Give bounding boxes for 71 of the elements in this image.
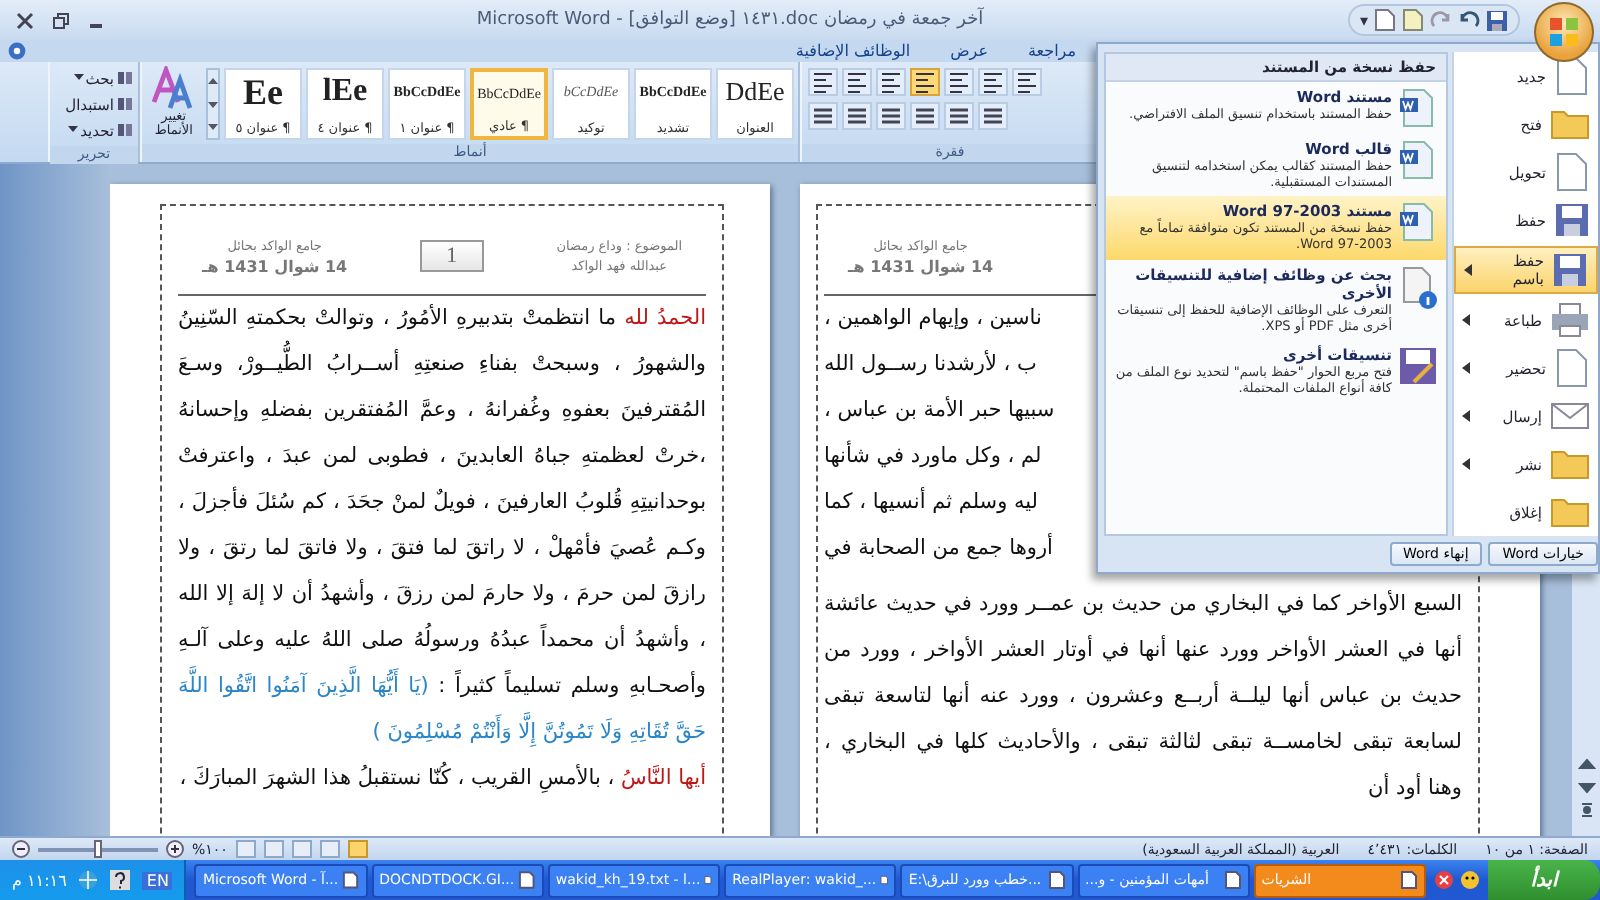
zoom-out-icon[interactable]	[12, 840, 30, 858]
undo-icon[interactable]	[1458, 9, 1480, 31]
body-text-line: لم ، وكل ماورد في شأنها	[824, 438, 1042, 472]
alignment-icon[interactable]	[910, 68, 940, 96]
body-paragraph: الحمدُ لله ما انتظمتْ بتدبيرهِ الأمُورُ ، وتوالتْ بحكمتهِ السّنِينُ والشهورُ ، وسبحتْ بفناءِ صنعتِهِ أســرابُ الطُّيــورْ، وسـعَ المُقترفينَ بعفوهِ وغُفرانهُ ، وعمَّ المُفتقرين بفضلهِ وإحسانهُ ،خرتْ لعظمتهِ جباهُ العابدينَ ، فطوبى لمن عبدَ ، واعترفتْ بوحدانيتِهِ قُلوبُ العارفينَ ، فويلٌ لمنْ جحَدَ ، كم سُئلَ فأجزلَ ، وكـم عُصيَ فأمْهلْ ، لا راتقَ لما فتقَ ، ولا فاتقَ لما رتقَ ، ولا رازقَ لمن حرمَ ، ولا حارمَ لمن رزقَ ، وأشهدُ أن لا إلهَ إلا الله ، وأشهدُ أن محمداً عبدُهُ ورسولُهُ صلى اللهُ عليه وعلى آلـهِ وأصحـابهِ وسلم تسليماً كثيراً : (يَا أَيُّهَا الَّذِينَ آمَنُوا اتَّقُوا اللَّهَ حَقَّ تُقَاتِهِ وَلَا تَمُوتُنَّ إِلَّا وَأَنْتُمْ مُسْلِمُونَ )	[178, 302, 706, 751]
zoom-in-icon[interactable]	[166, 840, 184, 858]
four-squares-logo-icon	[1546, 14, 1582, 50]
body-text-line: سبيها حبر الأمة بن عباس ،	[824, 394, 1055, 426]
format-icon[interactable]	[842, 102, 872, 130]
envelope-icon	[1550, 400, 1590, 432]
page-number-banner: 1	[420, 240, 484, 272]
body-text-line: أروها جمع من الصحابة في	[824, 531, 1053, 564]
globe-icon[interactable]	[78, 870, 99, 890]
question-mark-icon[interactable]	[110, 870, 131, 890]
body-paragraph: السبع الأواخر كما في البخاري من حديث بن عمــر وورد في حديث عائشة أنها في العشر الأواخر وورد عنها أنها في أوتار العشر الأواخر ، وورد من حديث بن عباس أنها ليلــة أربــع وعشرون ، وورد عنه أنها لتاسعة تبقى لسابعة تبقى لخامســة تبقى لثالثة تبقى ، والأحاديث كلها في البخاري ، وهنا أود أن	[824, 588, 1462, 804]
input-language[interactable]: EN	[142, 871, 173, 889]
word-document-icon	[1398, 140, 1438, 180]
alignment-icon[interactable]	[1012, 68, 1042, 96]
word-document-icon	[1398, 88, 1438, 128]
close-icon	[15, 11, 33, 29]
page-icon	[1554, 152, 1590, 192]
document-icon	[1047, 870, 1066, 890]
folder-icon	[1550, 496, 1590, 528]
bars-icon	[116, 69, 134, 87]
format-icon[interactable]	[944, 102, 974, 130]
customize-toolbar-caret[interactable]: ▾	[1359, 11, 1368, 29]
ribbon-tab[interactable]: الوظائف الإضافية	[791, 42, 915, 60]
document-icon	[1399, 870, 1418, 890]
format-icon[interactable]	[978, 102, 1008, 130]
alignment-icon[interactable]	[808, 68, 838, 96]
folder-icon	[1550, 108, 1590, 140]
ribbon-tab[interactable]: مراجعة	[1023, 42, 1080, 60]
printer-icon	[1550, 302, 1590, 338]
document-icon	[1223, 870, 1242, 890]
clock: ١١:١٦ م	[12, 871, 67, 889]
body-text-line: ناسين ، وإيهام الواهمين ،	[824, 304, 1042, 334]
alignment-icon[interactable]	[876, 68, 906, 96]
document-icon	[704, 870, 713, 890]
alignment-icon[interactable]	[944, 68, 974, 96]
bars-icon	[116, 121, 134, 139]
document-icon[interactable]	[1402, 8, 1424, 32]
body-text-line: ب ، لأرشدنا رســول الله	[824, 348, 1037, 380]
document-icon	[518, 870, 536, 890]
document-info-icon	[1398, 265, 1438, 309]
bars-icon	[116, 95, 134, 113]
body-paragraph: أيها النَّاسُ ، بالأمسِ القريب ، كُنّا نستقبلُ هذا الشهرَ المبارَكَ ،	[178, 756, 706, 802]
styles-icon	[149, 66, 198, 110]
restore-icon	[51, 11, 69, 29]
new-document-icon[interactable]	[1374, 8, 1396, 32]
header-date: 14 شوال 1431 هـ	[202, 257, 348, 275]
scroll-arrows-icon	[207, 74, 218, 134]
ribbon-tab[interactable]: عرض	[946, 42, 992, 60]
smiley-icon[interactable]	[1460, 870, 1480, 890]
circle-icon[interactable]	[1434, 870, 1454, 890]
word-document-icon	[1398, 202, 1438, 243]
format-icon[interactable]	[910, 102, 940, 130]
body-text-line: ليه وسلم ثم أنسيها ، كما	[824, 485, 1038, 518]
alignment-icon[interactable]	[978, 68, 1008, 96]
format-icon[interactable]	[808, 102, 838, 130]
header-date: 14 شوال 1431 هـ	[848, 257, 994, 275]
alignment-icon[interactable]	[842, 68, 872, 96]
folder-icon	[1550, 448, 1590, 480]
document-icon	[880, 870, 889, 890]
document-icon	[342, 870, 360, 890]
window-title: آخر جمعة في رمضان doc.١٤٣١ [وضع التوافق] - Microsoft Word	[474, 10, 986, 30]
gallery-scroll-bar[interactable]	[205, 68, 220, 140]
save-icon[interactable]	[1486, 9, 1508, 31]
format-icon[interactable]	[876, 102, 906, 130]
zoom-slider-thumb[interactable]	[94, 839, 102, 857]
minimize-icon	[90, 23, 102, 27]
page-icon	[1554, 348, 1590, 388]
